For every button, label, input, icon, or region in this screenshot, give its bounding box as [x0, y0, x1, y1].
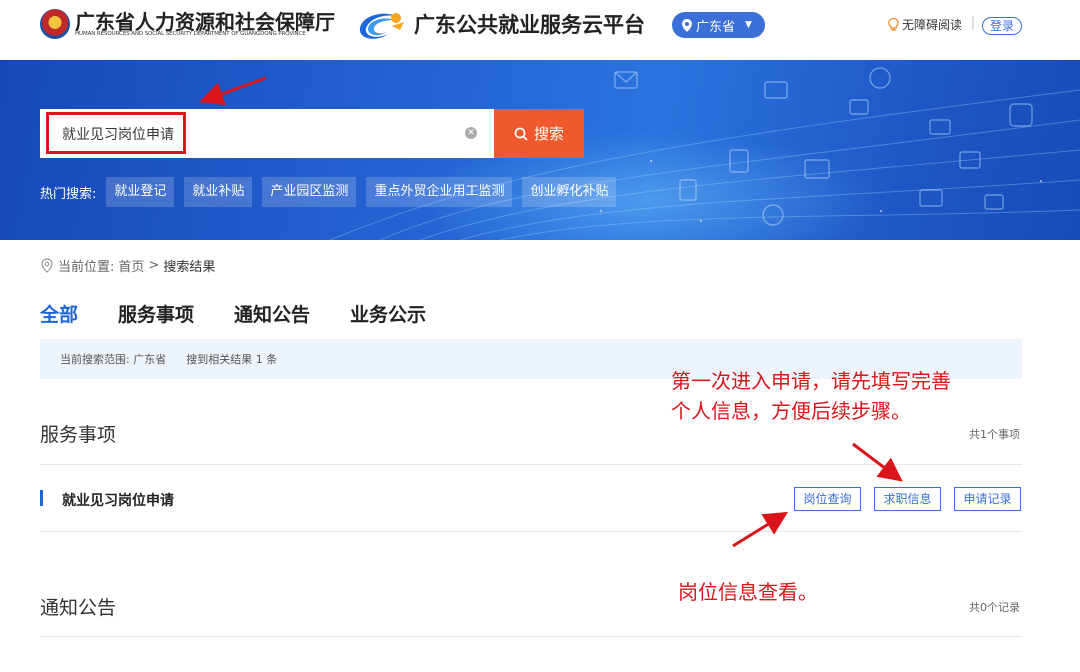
- hot-search-tag[interactable]: 就业补贴: [184, 177, 253, 207]
- tab-notices[interactable]: 通知公告: [234, 300, 310, 337]
- location-pin-icon: [682, 18, 692, 32]
- arrow-to-job-seeker-info: [852, 442, 903, 482]
- accessibility-link[interactable]: 无障碍阅读: [888, 16, 962, 33]
- application-records-button[interactable]: 申请记录: [954, 487, 1021, 511]
- page: 广东省人力资源和社会保障厅 HUMAN RESOURCES AND SOCIAL…: [0, 0, 1080, 672]
- breadcrumb-home[interactable]: 首页: [118, 256, 144, 275]
- divider: [40, 464, 1022, 465]
- hot-search-tag[interactable]: 就业登记: [106, 177, 175, 207]
- search-button[interactable]: 搜索: [494, 109, 584, 158]
- result-tabs: 全部 服务事项 通知公告 业务公示: [40, 300, 466, 343]
- hot-search-label: 热门搜索:: [40, 186, 97, 202]
- notices-section-title: 通知公告: [40, 597, 117, 619]
- location-pin-icon: [41, 257, 53, 273]
- platform-title: 广东公共就业服务云平台: [414, 13, 645, 37]
- hot-search-tag[interactable]: 重点外贸企业用工监测: [366, 177, 513, 207]
- annotation-note-line: 第一次进入申请，请先填写完善: [671, 369, 951, 393]
- region-selector[interactable]: 广东省 ▼: [672, 12, 765, 38]
- divider: [40, 636, 1022, 637]
- annotation-note-line: 个人信息，方便后续步骤。: [671, 399, 911, 423]
- job-query-button[interactable]: 岗位查询: [794, 487, 861, 511]
- notices-count: 共0个记录: [969, 601, 1020, 614]
- breadcrumb-separator: >: [148, 258, 160, 273]
- search-button-label: 搜索: [533, 125, 564, 143]
- accessibility-label: 无障碍阅读: [902, 18, 963, 32]
- hot-search-tag[interactable]: 产业园区监测: [262, 177, 357, 207]
- login-button[interactable]: 登录: [982, 17, 1022, 35]
- breadcrumb: 当前位置: 首页 > 搜索结果: [40, 256, 215, 275]
- platform-logo-icon: [359, 13, 404, 39]
- header-divider: |: [971, 15, 976, 29]
- hrss-subtitle: HUMAN RESOURCES AND SOCIAL SECURITY DEPA…: [75, 31, 306, 37]
- tab-services[interactable]: 服务事项: [118, 300, 194, 337]
- item-accent-bar: [40, 490, 43, 506]
- job-seeker-info-button[interactable]: 求职信息: [874, 487, 941, 511]
- hrss-emblem-logo: [40, 9, 70, 39]
- hot-search-tag[interactable]: 创业孵化补贴: [522, 177, 617, 207]
- annotation-note-jobs: 岗位信息查看。: [678, 580, 818, 604]
- site-header: 广东省人力资源和社会保障厅 HUMAN RESOURCES AND SOCIAL…: [0, 0, 1080, 60]
- search-highlight-box: [46, 112, 186, 154]
- lightbulb-icon: [888, 18, 899, 31]
- annotation-note-first-time: 第一次进入申请，请先填写完善 个人信息，方便后续步骤。: [671, 366, 1031, 426]
- clear-icon[interactable]: ✕: [465, 127, 477, 139]
- search-result-count: 搜到相关结果 1 条: [186, 353, 278, 366]
- region-label: 广东省: [696, 19, 736, 35]
- tab-public-notice[interactable]: 业务公示: [350, 300, 426, 337]
- chevron-down-icon: ▼: [745, 20, 752, 30]
- services-section-title: 服务事项: [40, 424, 117, 446]
- search-scope-range: 当前搜索范围: 广东省: [60, 353, 167, 366]
- hot-search-bar: 热门搜索: 就业登记 就业补贴 产业园区监测 重点外贸企业用工监测 创业孵化补贴: [40, 177, 626, 207]
- breadcrumb-current: 搜索结果: [163, 260, 216, 275]
- divider: [40, 531, 1022, 532]
- tab-all[interactable]: 全部: [40, 300, 79, 343]
- breadcrumb-label: 当前位置:: [58, 260, 115, 275]
- services-count: 共1个事项: [969, 428, 1020, 441]
- search-icon: [514, 127, 528, 141]
- service-item-title[interactable]: 就业见习岗位申请: [62, 490, 174, 510]
